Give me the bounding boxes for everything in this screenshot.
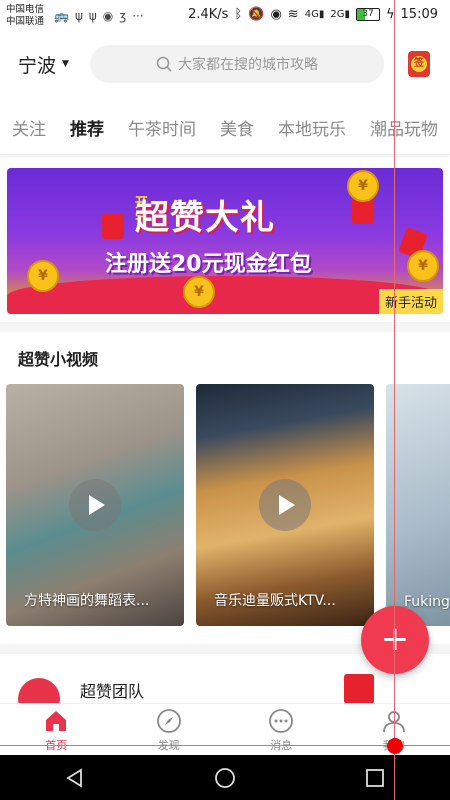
usb-icon: ψ <box>88 9 97 23</box>
coin-icon: ¥ <box>407 250 439 282</box>
wifi-icon: ≋ <box>287 7 299 22</box>
signal-icon-2: 2G▮ <box>330 9 350 20</box>
mute-icon: 🔕 <box>248 7 265 22</box>
video-card[interactable]: Fuking <box>386 384 450 626</box>
banner-title: 超赞大礼 <box>135 198 275 238</box>
promo-banner[interactable]: ¥ ¥ ¥ ¥ 开学 超赞大礼 注册送20元现金红包 新手活动 <box>7 168 443 314</box>
carrier-info: 中国电信 中国联通 <box>6 4 50 28</box>
usb-icon: ψ <box>74 9 83 23</box>
search-bar[interactable]: 大家都在搜的城市攻略 <box>90 45 384 83</box>
play-icon[interactable] <box>69 479 121 531</box>
eye-icon: ◉ <box>270 7 282 22</box>
team-row[interactable]: 超赞团队 <box>0 668 450 720</box>
video-title: 音乐迪量贩式KTV... <box>214 593 336 609</box>
tab-food[interactable]: 美食 <box>208 115 266 140</box>
search-icon <box>156 56 172 72</box>
section-divider <box>0 322 450 332</box>
message-icon <box>269 708 294 733</box>
carrier-2: 中国联通 <box>6 16 45 27</box>
signal-icon: 4G▮ <box>304 9 325 20</box>
network-speed: 2.4K/s <box>188 7 229 22</box>
video-carousel[interactable]: 方特神画的舞蹈表... 音乐迪量贩式KTV... Fuking <box>0 384 450 626</box>
bottom-nav: 首页 发现 消息 我的 <box>0 703 450 756</box>
city-name: 宁波 <box>18 54 57 77</box>
recents-icon[interactable] <box>364 767 386 789</box>
back-icon[interactable] <box>64 767 86 789</box>
add-post-button[interactable]: + <box>361 606 429 674</box>
coin-icon: ¥ <box>27 260 59 292</box>
tab-recommend[interactable]: 推荐 <box>58 115 116 140</box>
section-title: 超赞小视频 <box>18 350 99 369</box>
home-circle-icon[interactable] <box>214 767 236 789</box>
carrier-1: 中国电信 <box>6 4 45 15</box>
checkin-button[interactable]: 签 <box>408 51 430 77</box>
pointer-guide-horizontal <box>0 745 450 746</box>
coin-icon: ¥ <box>183 276 215 308</box>
nav-home[interactable]: 首页 <box>0 704 113 756</box>
tab-follow[interactable]: 关注 <box>0 115 58 140</box>
weibo-icon: ◉ <box>102 9 114 23</box>
system-nav-bar <box>0 755 450 800</box>
tab-afternoon-tea[interactable]: 午茶时间 <box>116 115 208 140</box>
team-name: 超赞团队 <box>80 682 145 701</box>
red-packet-icon <box>344 674 374 704</box>
bus-icon: 🚌 <box>54 9 69 23</box>
nav-messages[interactable]: 消息 <box>225 704 338 756</box>
bluetooth-icon: ᛒ <box>234 7 243 22</box>
banner-wave <box>7 276 443 314</box>
coin-icon: ¥ <box>347 170 379 202</box>
more-icon: ··· <box>132 9 144 23</box>
play-icon[interactable] <box>259 479 311 531</box>
video-title: 方特神画的舞蹈表... <box>24 593 150 609</box>
top-header: 宁波 ▼ 大家都在搜的城市攻略 签 <box>0 32 450 96</box>
video-card[interactable]: 音乐迪量贩式KTV... <box>196 384 374 626</box>
status-bar: 中国电信 中国联通 🚌 ψ ψ ◉ ʒ ··· 2.4K/s ᛒ 🔕 ◉ ≋ 4… <box>0 0 450 32</box>
red-packet-icon <box>102 213 124 239</box>
category-tabs: 关注 推荐 午茶时间 美食 本地玩乐 潮品玩物 <box>0 100 450 155</box>
city-selector[interactable]: 宁波 ▼ <box>18 51 69 78</box>
video-card[interactable]: 方特神画的舞蹈表... <box>6 384 184 626</box>
banner-subtitle: 注册送20元现金红包 <box>105 252 312 277</box>
checkin-icon: 签 <box>411 56 427 72</box>
tab-local-fun[interactable]: 本地玩乐 <box>266 115 358 140</box>
status-right: 2.4K/s ᛒ 🔕 ◉ ≋ 4G▮ 2G▮ 37 ϟ 15:09 <box>188 7 438 22</box>
pointer-guide-vertical <box>394 0 395 800</box>
tab-trendy[interactable]: 潮品玩物 <box>358 115 450 140</box>
search-placeholder: 大家都在搜的城市攻略 <box>178 57 318 73</box>
battery-level: 37 <box>362 9 374 19</box>
clock: 15:09 <box>400 7 438 22</box>
nav-discover[interactable]: 发现 <box>113 704 226 756</box>
pointer-dot <box>387 738 403 754</box>
notification-icons: 🚌 ψ ψ ◉ ʒ ··· <box>54 9 144 23</box>
app-icon: ʒ <box>119 9 127 23</box>
compass-icon <box>156 708 181 733</box>
newbie-badge: 新手活动 <box>378 289 443 314</box>
video-title: Fuking <box>404 594 450 610</box>
caret-down-icon: ▼ <box>62 59 69 69</box>
battery-icon: 37 <box>355 8 380 21</box>
home-icon <box>46 710 67 731</box>
